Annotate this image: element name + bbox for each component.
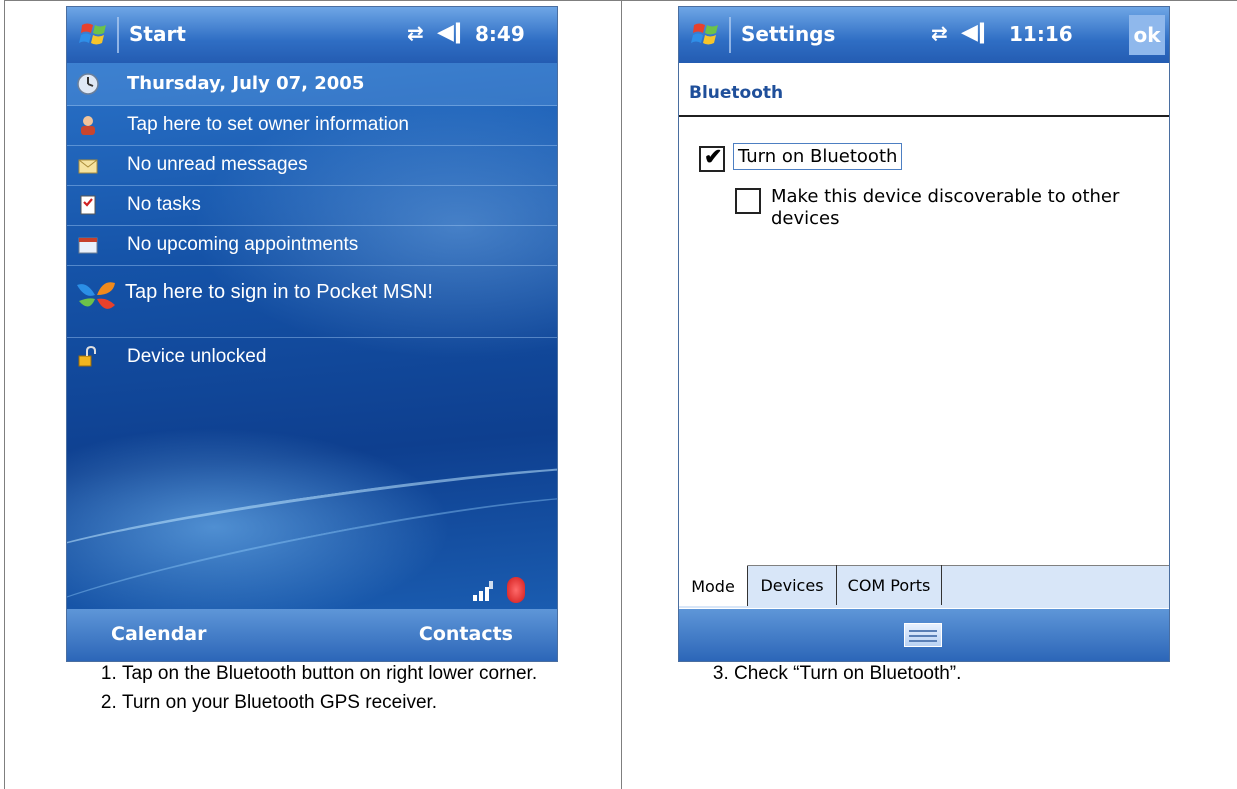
- instructions-right: Check “Turn on Bluetooth”.: [698, 662, 1214, 691]
- envelope-icon: [78, 159, 98, 174]
- softkey-bar: Calendar Contacts: [67, 609, 557, 661]
- today-owner-row[interactable]: Tap here to set owner information: [67, 105, 557, 146]
- tab-devices[interactable]: Devices: [748, 565, 837, 605]
- today-tasks-row[interactable]: No tasks: [67, 185, 557, 226]
- tasks-icon: [80, 195, 96, 215]
- clock-icon: [77, 73, 99, 95]
- windows-start-icon[interactable]: [691, 19, 721, 49]
- tab-com-ports[interactable]: COM Ports: [837, 565, 942, 605]
- bluetooth-settings-screen: Settings ⇄ ◀ǀ 11:16 ok Bluetooth ✔ Turn …: [678, 6, 1170, 662]
- instruction-step-3: Check “Turn on Bluetooth”.: [734, 662, 1214, 685]
- start-title[interactable]: Start: [129, 22, 186, 46]
- clock[interactable]: 8:49: [475, 22, 525, 46]
- keyboard-icon[interactable]: [904, 623, 942, 647]
- owner-text: Tap here to set owner information: [127, 114, 409, 135]
- appointments-text: No upcoming appointments: [127, 234, 359, 255]
- today-lock-row[interactable]: Device unlocked: [67, 337, 557, 377]
- bluetooth-tray-icon[interactable]: [507, 577, 525, 603]
- checkmark-icon: ✔: [704, 144, 723, 169]
- today-screen: Start ⇄ ◀ǀ 8:49 Thursday, July 07, 2005 …: [66, 6, 558, 662]
- titlebar: Start ⇄ ◀ǀ 8:49: [67, 7, 557, 63]
- today-date-row[interactable]: Thursday, July 07, 2005: [67, 63, 557, 106]
- today-messages-row[interactable]: No unread messages: [67, 145, 557, 186]
- bluetooth-header-title: Bluetooth: [689, 83, 784, 103]
- instruction-step-2: Turn on your Bluetooth GPS receiver.: [122, 691, 552, 714]
- messages-text: No unread messages: [127, 154, 308, 175]
- title-separator: [117, 17, 119, 53]
- settings-title[interactable]: Settings: [741, 22, 835, 46]
- calendar-softkey[interactable]: Calendar: [111, 623, 206, 645]
- today-date: Thursday, July 07, 2005: [127, 73, 365, 94]
- layout-frame-left: [4, 0, 5, 789]
- contacts-softkey[interactable]: Contacts: [419, 623, 513, 645]
- turn-on-bluetooth-label[interactable]: Turn on Bluetooth: [733, 143, 903, 170]
- lock-text: Device unlocked: [127, 346, 267, 367]
- clock[interactable]: 11:16: [1009, 22, 1073, 46]
- calendar-icon: [78, 237, 98, 254]
- settings-header: Bluetooth: [679, 63, 1169, 117]
- tab-mode[interactable]: Mode: [679, 565, 748, 606]
- settings-tabs: Mode Devices COM Ports: [679, 565, 1169, 608]
- title-separator: [729, 17, 731, 53]
- windows-start-icon[interactable]: [79, 19, 109, 49]
- titlebar: Settings ⇄ ◀ǀ 11:16 ok: [679, 7, 1169, 63]
- instructions-left: Tap on the Bluetooth button on right low…: [86, 662, 552, 720]
- unlocked-padlock-icon: [78, 346, 96, 367]
- layout-frame-divider: [621, 0, 622, 789]
- speaker-icon[interactable]: ◀ǀ: [437, 20, 462, 45]
- turn-on-bluetooth-checkbox[interactable]: ✔: [699, 144, 725, 172]
- network-signal-icon[interactable]: [471, 579, 495, 603]
- msn-butterfly-icon: [77, 282, 115, 309]
- speaker-icon[interactable]: ◀ǀ: [961, 20, 986, 45]
- discoverable-label[interactable]: Make this device discoverable to other d…: [771, 186, 1151, 230]
- today-appointments-row[interactable]: No upcoming appointments: [67, 225, 557, 266]
- connectivity-icon[interactable]: ⇄: [407, 21, 424, 45]
- today-msn-row[interactable]: Tap here to sign in to Pocket MSN!: [67, 265, 557, 338]
- tasks-text: No tasks: [127, 194, 201, 215]
- ok-button[interactable]: ok: [1129, 15, 1165, 55]
- input-panel-bar: [679, 609, 1169, 661]
- msn-text: Tap here to sign in to Pocket MSN!: [125, 281, 433, 303]
- instruction-step-1: Tap on the Bluetooth button on right low…: [122, 662, 552, 685]
- owner-icon: [81, 116, 95, 135]
- connectivity-icon[interactable]: ⇄: [931, 21, 948, 45]
- discoverable-checkbox[interactable]: [735, 188, 761, 214]
